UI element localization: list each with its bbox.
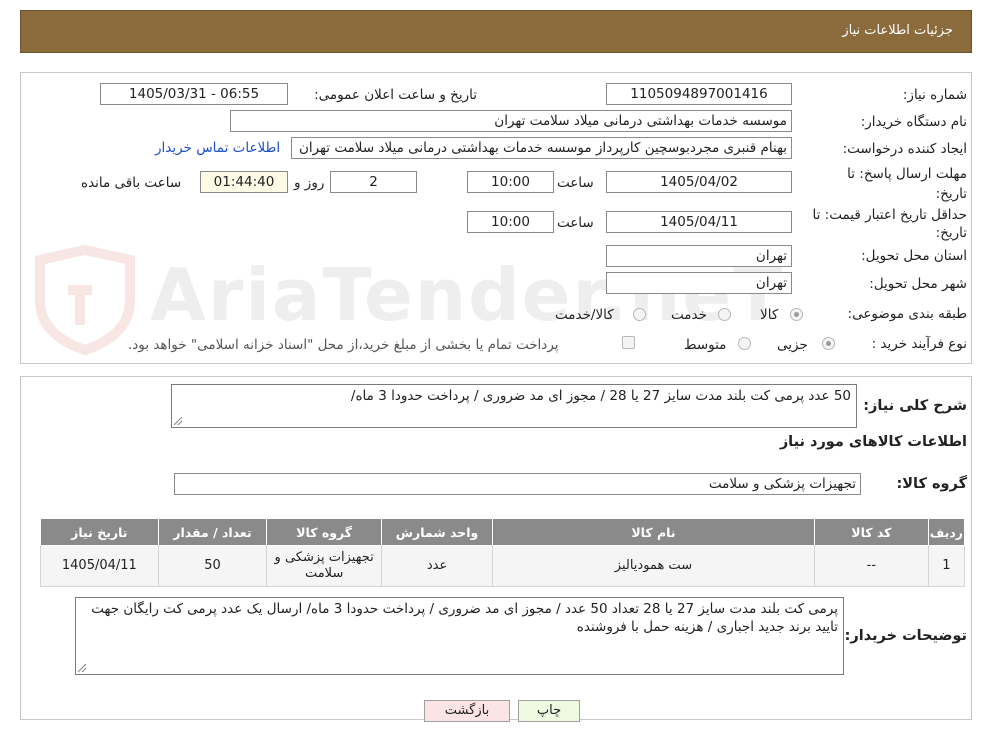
process-option-minor: جزیی	[777, 337, 808, 353]
remaining-time-label: ساعت باقی مانده	[81, 175, 182, 191]
items-table: ردیف کد کالا نام کالا واحد شمارش گروه کا…	[40, 518, 966, 587]
th-date: تاریخ نیاز	[40, 518, 159, 546]
validity-date-field: 1405/04/11	[606, 211, 792, 233]
process-radio-medium[interactable]	[738, 337, 751, 350]
goods-info-title: اطلاعات کالاهای مورد نیاز	[779, 434, 967, 450]
need-number-field: 1105094897001416	[606, 83, 792, 105]
buyer-contact-link[interactable]: اطلاعات تماس خریدار	[155, 140, 280, 156]
th-name: نام کالا	[492, 518, 815, 546]
buyer-notes-text: پرمی کت بلند مدت سایز 27 یا 28 تعداد 50 …	[91, 601, 838, 635]
th-code: کد کالا	[813, 518, 929, 546]
city-field: تهران	[606, 272, 792, 294]
description-field: 50 عدد پرمی کت بلند مدت سایز 27 یا 28 / …	[171, 384, 857, 428]
table-row: 1 -- ست همودیالیز عدد تجهیزات پزشکی و سل…	[40, 545, 966, 587]
table-header-row: ردیف کد کالا نام کالا واحد شمارش گروه کا…	[40, 518, 966, 546]
goods-group-field: تجهیزات پزشکی و سلامت	[174, 473, 861, 495]
buyer-label: نام دستگاه خریدار:	[860, 114, 967, 130]
process-label: نوع فرآیند خرید :	[871, 336, 967, 352]
city-label: شهر محل تحویل:	[869, 276, 967, 292]
category-radio-goods[interactable]	[790, 308, 803, 321]
creator-field: بهنام قنبری مجردبوسچین کارپرداز موسسه خد…	[291, 137, 792, 159]
cell-unit: عدد	[381, 545, 494, 587]
announce-field: 1405/03/31 - 06:55	[100, 83, 288, 105]
category-option-goods: کالا	[760, 307, 779, 323]
reply-date-field: 1405/04/02	[606, 171, 792, 193]
cell-date: 1405/04/11	[40, 545, 159, 587]
buyer-notes-field: پرمی کت بلند مدت سایز 27 یا 28 تعداد 50 …	[75, 597, 844, 675]
category-label: طبقه بندی موضوعی:	[847, 306, 967, 322]
process-option-medium: متوسط	[684, 337, 727, 353]
description-text: 50 عدد پرمی کت بلند مدت سایز 27 یا 28 / …	[350, 388, 851, 404]
validity-label: حداقل تاریخ اعتبار قیمت: تا تاریخ:	[812, 207, 967, 241]
page-header: جزئیات اطلاعات نیاز	[20, 10, 972, 53]
category-option-service: خدمت	[671, 307, 707, 323]
creator-label: ایجاد کننده درخواست:	[842, 141, 967, 157]
cell-group: تجهیزات پزشکی و سلامت	[266, 545, 383, 587]
remaining-time-field: 01:44:40	[200, 171, 288, 193]
category-option-goods-service: کالا/خدمت	[555, 307, 614, 323]
province-field: تهران	[606, 245, 792, 267]
buyer-notes-label: توضیحات خریدار:	[844, 628, 967, 644]
back-button[interactable]: بازگشت	[424, 700, 510, 722]
validity-time-field: 10:00	[467, 211, 554, 233]
resize-grip-icon[interactable]	[174, 417, 182, 425]
validity-time-label: ساعت	[557, 215, 594, 231]
page-title: جزئیات اطلاعات نیاز	[842, 23, 953, 38]
need-number-label: شماره نیاز:	[902, 87, 967, 103]
category-radio-service[interactable]	[718, 308, 731, 321]
days-label: روز و	[294, 175, 325, 191]
resize-grip-icon[interactable]	[78, 664, 86, 672]
process-radio-minor[interactable]	[822, 337, 835, 350]
province-label: استان محل تحویل:	[861, 248, 967, 264]
reply-time-field: 10:00	[467, 171, 554, 193]
cell-code: --	[813, 545, 929, 587]
reply-time-label: ساعت	[557, 175, 594, 191]
buyer-field: موسسه خدمات بهداشتی درمانی میلاد سلامت ت…	[230, 110, 792, 132]
treasury-note: پرداخت تمام یا بخشی از مبلغ خرید،از محل …	[128, 337, 559, 353]
reply-deadline-label: مهلت ارسال پاسخ: تا تاریخ:	[847, 166, 967, 202]
th-unit: واحد شمارش	[381, 518, 494, 546]
cell-quantity: 50	[157, 545, 268, 587]
category-radio-goods-service[interactable]	[633, 308, 646, 321]
th-group: گروه کالا	[266, 518, 383, 546]
th-row: ردیف	[927, 518, 966, 546]
print-button[interactable]: چاپ	[518, 700, 580, 722]
th-quantity: تعداد / مقدار	[157, 518, 268, 546]
goods-group-label: گروه کالا:	[896, 476, 967, 492]
announce-label: تاریخ و ساعت اعلان عمومی:	[314, 87, 477, 103]
days-field: 2	[330, 171, 417, 193]
cell-row: 1	[927, 545, 966, 587]
treasury-checkbox[interactable]	[622, 336, 635, 349]
description-label: شرح کلی نیاز:	[863, 398, 967, 414]
cell-name: ست همودیالیز	[492, 545, 815, 587]
